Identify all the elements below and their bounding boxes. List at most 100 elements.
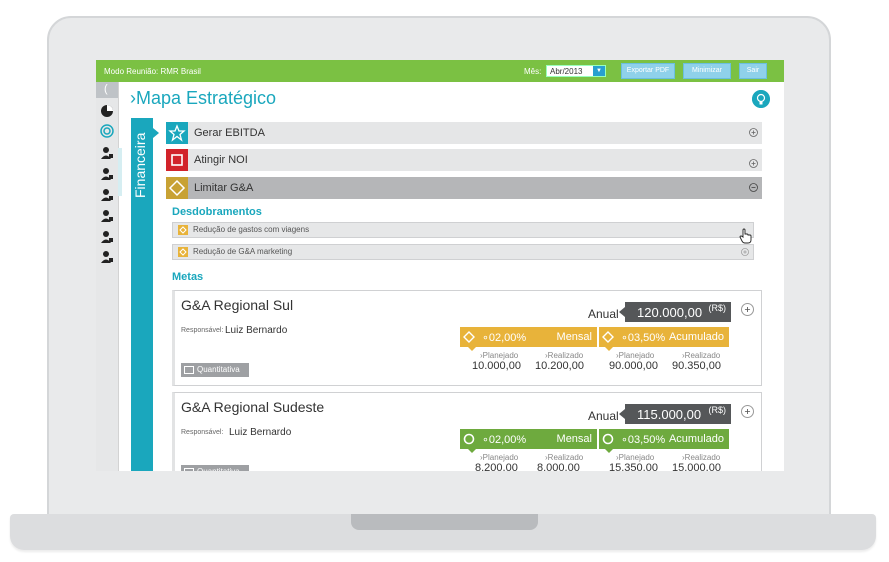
meta-card[interactable]: G&A Regional Sul Responsável: Luiz Berna… <box>172 290 762 386</box>
monthly-pct: ∘02,00% <box>482 332 527 344</box>
expand-icon[interactable] <box>741 248 749 256</box>
objective-limitar-ga[interactable]: Limitar G&A <box>166 177 762 199</box>
accumulated-badge: ∘03,50% Acumulado <box>599 327 729 347</box>
annual-value-box: 120.000,00 (R$) <box>625 302 731 322</box>
diamond-icon <box>166 177 188 199</box>
diamond-icon <box>178 225 188 235</box>
badge-tail <box>468 347 476 351</box>
app-screen: Modo Reunião: RMR Brasil Mês: Abr/2013 ▼… <box>96 60 784 471</box>
circle-icon <box>602 433 614 445</box>
accumulated-badge: ∘03,50% Acumulado <box>599 429 729 449</box>
monthly-label: Mensal <box>556 331 592 343</box>
annual-label: Anual <box>588 409 619 423</box>
desdobramento-item[interactable]: Redução de G&A marketing <box>172 244 754 260</box>
currency-label: (R$) <box>708 405 727 415</box>
planned-label: ›Planejado <box>616 351 655 360</box>
collapse-nav-button[interactable]: ( <box>96 82 118 98</box>
diamond-icon <box>602 331 614 343</box>
planned-label: ›Planejado <box>616 453 655 462</box>
monthly-planned-value: 10.000,00 <box>472 360 521 372</box>
actual-label: ›Realizado <box>682 351 721 360</box>
monthly-label: Mensal <box>556 433 592 445</box>
accumulated-actual-value: 15.000,00 <box>672 462 721 471</box>
responsible-label: Responsável: <box>181 429 224 436</box>
accumulated-actual-value: 90.350,00 <box>672 360 721 372</box>
user-icon[interactable] <box>100 188 114 202</box>
metas-heading: Metas <box>172 271 204 283</box>
table-icon <box>184 468 194 471</box>
perspective-label: Financeira <box>132 132 148 198</box>
diamond-icon <box>463 331 475 343</box>
monthly-actual-value: 10.200,00 <box>535 360 584 372</box>
month-select-value: Abr/2013 <box>550 67 583 76</box>
user-icon[interactable] <box>100 146 114 160</box>
accumulated-planned-value: 15.350,00 <box>609 462 658 471</box>
objective-label: Limitar G&A <box>194 182 254 194</box>
add-icon[interactable] <box>741 303 754 316</box>
laptop-notch <box>351 514 538 530</box>
monthly-actual-value: 8.000,00 <box>537 462 580 471</box>
user-icon[interactable] <box>100 230 114 244</box>
meta-title: G&A Regional Sul <box>181 297 294 313</box>
objective-label: Atingir NOI <box>194 154 248 166</box>
actual-label: ›Realizado <box>682 453 721 462</box>
chevron-down-icon[interactable]: ▼ <box>593 66 605 76</box>
month-label: Mês: <box>524 67 542 76</box>
exit-button[interactable]: Sair <box>739 63 767 79</box>
square-icon <box>166 149 188 171</box>
page-title: ›Mapa Estratégico <box>130 88 277 108</box>
meeting-mode-label: Modo Reunião: RMR Brasil <box>104 67 201 76</box>
hand-cursor-icon <box>739 228 752 244</box>
monthly-badge: ∘02,00% Mensal <box>460 327 597 347</box>
type-label: Quantitativa <box>197 365 240 374</box>
user-icon[interactable] <box>100 250 114 264</box>
accumulated-label: Acumulado <box>668 433 724 445</box>
desdobramento-item[interactable]: Redução de gastos com viagens <box>172 222 754 244</box>
user-icon[interactable] <box>100 209 114 223</box>
expand-icon[interactable] <box>749 128 758 137</box>
monthly-pct: ∘02,00% <box>482 434 527 446</box>
quantitative-badge: Quantitativa <box>181 363 249 377</box>
objective-gerar-ebitda[interactable]: Gerar EBITDA <box>166 122 762 144</box>
meta-title: G&A Regional Sudeste <box>181 399 325 415</box>
export-pdf-button[interactable]: Exportar PDF <box>621 63 675 79</box>
diamond-icon <box>178 247 188 257</box>
add-icon[interactable] <box>741 405 754 418</box>
badge-tail <box>605 449 613 453</box>
annual-value-box: 115.000,00 (R$) <box>625 404 731 424</box>
user-icon[interactable] <box>100 167 114 181</box>
monthly-badge: ∘02,00% Mensal <box>460 429 597 449</box>
quantitative-badge: Quantitativa <box>181 465 249 471</box>
annual-value: 115.000,00 <box>637 407 702 422</box>
nav-scroll-indicator <box>118 148 122 196</box>
planned-label: ›Planejado <box>480 453 519 462</box>
left-nav: ( <box>96 82 119 471</box>
minimize-button[interactable]: Minimizar <box>683 63 731 79</box>
meta-card[interactable]: G&A Regional Sudeste Responsável: Luiz B… <box>172 392 762 471</box>
objective-atingir-noi[interactable]: Atingir NOI <box>166 149 762 171</box>
type-label: Quantitativa <box>197 467 240 471</box>
month-select[interactable]: Abr/2013 ▼ <box>546 65 606 77</box>
badge-tail <box>605 347 613 351</box>
desdobramento-label: Redução de G&A marketing <box>193 247 293 256</box>
top-bar: Modo Reunião: RMR Brasil Mês: Abr/2013 ▼… <box>96 60 784 82</box>
planned-label: ›Planejado <box>480 351 519 360</box>
annual-label: Anual <box>588 307 619 321</box>
target-icon[interactable] <box>100 124 114 138</box>
expand-icon[interactable] <box>749 159 758 168</box>
desdobramentos-heading: Desdobramentos <box>172 206 262 218</box>
actual-label: ›Realizado <box>545 453 584 462</box>
bracket-icon: ( <box>104 83 108 95</box>
circle-icon <box>463 433 475 445</box>
objective-label: Gerar EBITDA <box>194 127 265 139</box>
desdobramento-label: Redução de gastos com viagens <box>193 225 310 234</box>
accumulated-pct: ∘03,50% <box>621 434 666 446</box>
annual-value: 120.000,00 <box>637 305 703 320</box>
star-icon <box>166 122 188 144</box>
collapse-icon[interactable] <box>749 183 758 192</box>
table-icon <box>184 366 194 374</box>
lightbulb-icon[interactable] <box>752 90 770 108</box>
monthly-planned-value: 8.200,00 <box>475 462 518 471</box>
responsible-name: Luiz Bernardo <box>229 427 292 438</box>
pie-chart-icon[interactable] <box>100 104 114 118</box>
